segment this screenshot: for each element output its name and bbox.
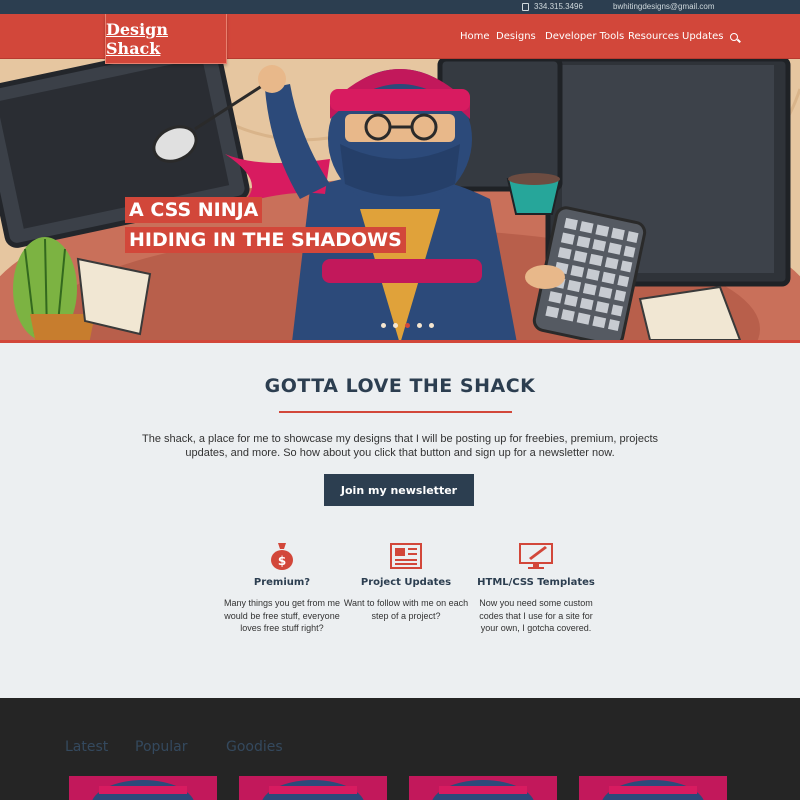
money-bag-icon: $ [217, 540, 347, 572]
svg-text:$: $ [278, 554, 286, 568]
slider-dots [381, 323, 434, 328]
search-icon[interactable] [730, 33, 738, 41]
phone-contact: 334.315.3496 [522, 2, 583, 11]
tab-popular[interactable]: Popular [135, 739, 188, 755]
logo-text: Design Shack [106, 19, 168, 58]
top-info-bar: 334.315.3496 bwhitingdesigns@gmail.com [0, 0, 800, 14]
tab-goodies[interactable]: Goodies [226, 739, 283, 755]
feature-title: Project Updates [360, 577, 452, 588]
feature-title: Premium? [253, 577, 311, 588]
site-logo[interactable]: Design Shack [105, 14, 227, 64]
slider-dot-1[interactable] [381, 323, 386, 328]
nav-resources[interactable]: Resources [628, 31, 679, 42]
hero-divider [0, 340, 800, 343]
monitor-design-icon [471, 540, 601, 572]
nav-home[interactable]: Home [460, 31, 490, 42]
nav-developer-tools[interactable]: Developer Tools [545, 31, 624, 42]
post-thumbnail[interactable] [409, 776, 557, 800]
slider-dot-3[interactable] [405, 323, 410, 328]
join-newsletter-button[interactable]: Join my newsletter [324, 474, 474, 506]
feature-project-updates: Project Updates Want to follow with me o… [341, 540, 471, 622]
hero-title-line-1-wrap: A CSS NINJA [125, 197, 263, 223]
feature-html-css-templates: HTML/CSS Templates Now you need some cus… [471, 540, 601, 635]
slider-dot-2[interactable] [393, 323, 398, 328]
title-underline [279, 411, 512, 413]
tab-latest[interactable]: Latest [65, 739, 108, 755]
post-thumbnail[interactable] [579, 776, 727, 800]
nav-designs[interactable]: Designs [496, 31, 536, 42]
feature-premium: $ Premium? Many things you get from me w… [217, 540, 347, 635]
phone-icon [522, 2, 529, 11]
hero-title-line-2-wrap: HIDING IN THE SHADOWS [125, 227, 406, 253]
post-thumbnail[interactable] [239, 776, 387, 800]
hero-banner [0, 59, 800, 340]
nav-updates[interactable]: Updates [682, 31, 723, 42]
email-address[interactable]: bwhitingdesigns@gmail.com [613, 2, 715, 11]
section-title: GOTTA LOVE THE SHACK [264, 375, 536, 397]
newspaper-icon [341, 540, 471, 572]
slider-dot-4[interactable] [417, 323, 422, 328]
hero-title-line-2: HIDING IN THE SHADOWS [125, 227, 406, 253]
feature-description: Many things you get from me would be fre… [223, 598, 341, 633]
feature-title: HTML/CSS Templates [477, 577, 595, 588]
phone-number: 334.315.3496 [534, 2, 583, 11]
ninja-illustration [0, 59, 800, 340]
intro-text: The shack, a place for me to showcase my… [141, 433, 659, 459]
feature-description: Want to follow with me on each step of a… [343, 598, 469, 621]
feature-description: Now you need some custom codes that I us… [479, 598, 593, 633]
hero-title-line-1: A CSS NINJA [125, 197, 263, 223]
post-thumbnail[interactable] [69, 776, 217, 800]
slider-dot-5[interactable] [429, 323, 434, 328]
